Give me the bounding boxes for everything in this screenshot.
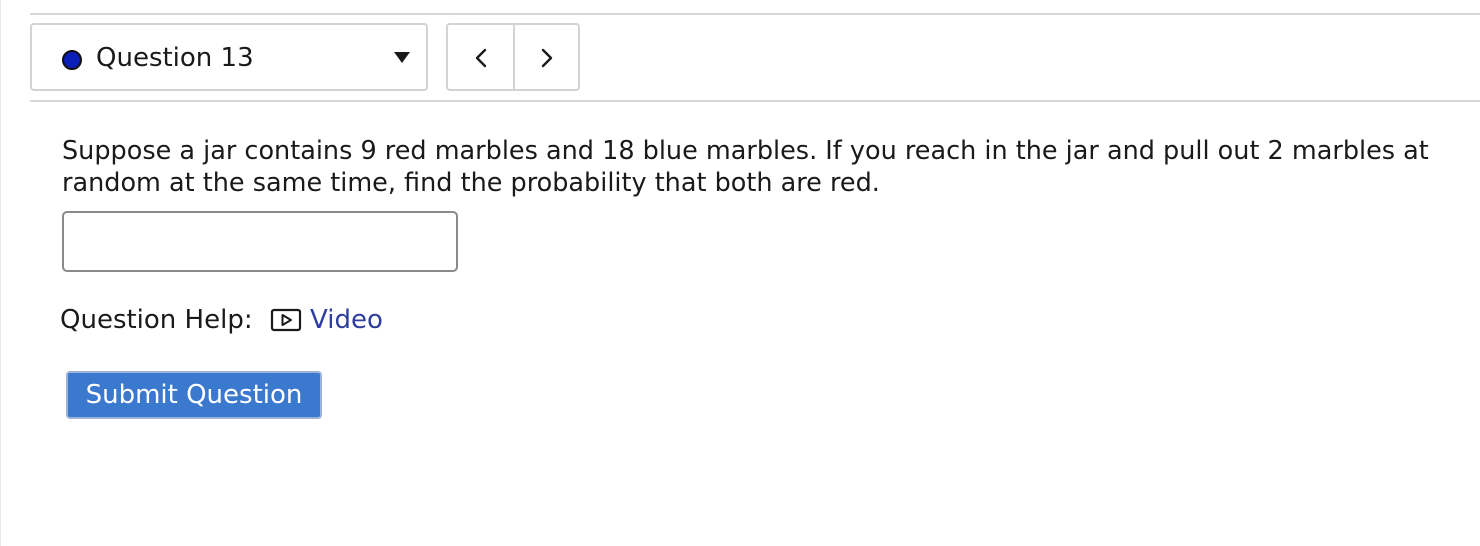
video-help-link[interactable]: Video: [270, 303, 383, 337]
video-play-icon: [270, 308, 302, 332]
caret-down-icon: [394, 52, 410, 63]
question-selector-dropdown[interactable]: Question 13: [30, 23, 428, 91]
question-text: Suppose a jar contains 9 red marbles and…: [62, 136, 1429, 198]
video-link-label: Video: [310, 305, 383, 335]
top-divider: [30, 13, 1480, 15]
nav-divider: [30, 100, 1480, 102]
question-help-label: Question Help:: [60, 305, 253, 335]
question-status-dot: [62, 50, 82, 70]
question-pager: [446, 23, 580, 91]
left-border: [0, 0, 1, 546]
next-question-button[interactable]: [515, 25, 578, 89]
answer-input[interactable]: [62, 211, 458, 272]
chevron-left-icon: [475, 48, 487, 68]
question-selector-label: Question 13: [96, 43, 254, 73]
previous-question-button[interactable]: [448, 25, 513, 89]
submit-question-button[interactable]: Submit Question: [66, 371, 322, 419]
chevron-right-icon: [541, 48, 553, 68]
